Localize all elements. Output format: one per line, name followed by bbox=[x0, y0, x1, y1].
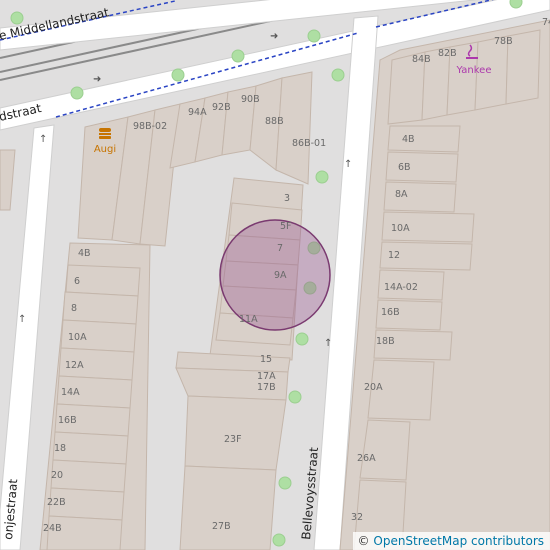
house-number-label: 4B bbox=[402, 134, 415, 145]
poi-label-yankee: Yankee bbox=[456, 65, 492, 76]
poi-label-augi: Augi bbox=[94, 144, 116, 155]
house-number-label: 24B bbox=[43, 523, 62, 534]
house-number-label: 11A bbox=[239, 314, 258, 325]
house-number-label: 20A bbox=[364, 382, 383, 393]
copyright-symbol: © bbox=[357, 534, 370, 548]
house-number-label: 84B bbox=[412, 54, 431, 65]
house-number-label: 94A bbox=[188, 107, 207, 118]
house-number-label: 10A bbox=[68, 332, 87, 343]
house-number-label: 23F bbox=[224, 434, 242, 445]
svg-text:↑: ↑ bbox=[39, 134, 47, 145]
house-number-label: 78B bbox=[494, 36, 513, 47]
house-number-label: 16B bbox=[58, 415, 77, 426]
house-number-label: 4B bbox=[78, 248, 91, 259]
svg-text:➜: ➜ bbox=[270, 31, 278, 42]
svg-text:➜: ➜ bbox=[93, 74, 101, 85]
house-number-label: 5F bbox=[280, 221, 292, 232]
house-number-label: 6B bbox=[398, 162, 411, 173]
house-number-label: 3 bbox=[284, 193, 290, 204]
house-number-label: 74 bbox=[542, 17, 550, 28]
house-number-label: 14A-02 bbox=[384, 282, 418, 293]
house-number-label: 17A bbox=[257, 371, 276, 382]
svg-text:↑: ↑ bbox=[18, 314, 26, 325]
house-number-label: 9A bbox=[274, 270, 287, 281]
house-number-label: 86B-01 bbox=[292, 138, 326, 149]
house-number-label: 6 bbox=[74, 276, 80, 287]
house-number-label: 17B bbox=[257, 382, 276, 393]
house-number-label: 27B bbox=[212, 521, 231, 532]
fast-food-icon bbox=[99, 128, 111, 139]
house-number-label: 88B bbox=[265, 116, 284, 127]
house-number-label: 7 bbox=[277, 243, 283, 254]
svg-text:↑: ↑ bbox=[324, 338, 332, 349]
house-number-label: 16B bbox=[381, 307, 400, 318]
house-number-label: 32 bbox=[351, 512, 363, 523]
house-number-label: 82B bbox=[438, 48, 457, 59]
house-number-label: 18B bbox=[376, 336, 395, 347]
house-number-label: 8 bbox=[71, 303, 77, 314]
map-attribution: © OpenStreetMap contributors bbox=[352, 532, 550, 550]
house-number-label: 22B bbox=[47, 497, 66, 508]
svg-text:↑: ↑ bbox=[344, 159, 352, 170]
house-number-label: 26A bbox=[357, 453, 376, 464]
house-number-label: 15 bbox=[260, 354, 272, 365]
map-canvas: ➜ ➜ ↑ ↑ ↑ ↑ 98B-0294A 92B90B88B86B-0135F… bbox=[0, 0, 550, 550]
house-number-label: 14A bbox=[61, 387, 80, 398]
house-number-label: 90B bbox=[241, 94, 260, 105]
house-number-label: 92B bbox=[212, 102, 231, 113]
house-number-label: 12A bbox=[65, 360, 84, 371]
house-number-label: 18 bbox=[54, 443, 66, 454]
house-number-label: 20 bbox=[51, 470, 63, 481]
map-view[interactable]: ➜ ➜ ↑ ↑ ↑ ↑ 98B-02 94A 92B 90B 88B 86B-0… bbox=[0, 0, 550, 550]
house-number-label: 12 bbox=[388, 250, 400, 261]
house-number-label: 10A bbox=[391, 223, 410, 234]
osm-contributors-link[interactable]: OpenStreetMap contributors bbox=[373, 534, 544, 548]
house-number-label: 98B-02 bbox=[133, 121, 167, 132]
house-number-label: 8A bbox=[395, 189, 408, 200]
